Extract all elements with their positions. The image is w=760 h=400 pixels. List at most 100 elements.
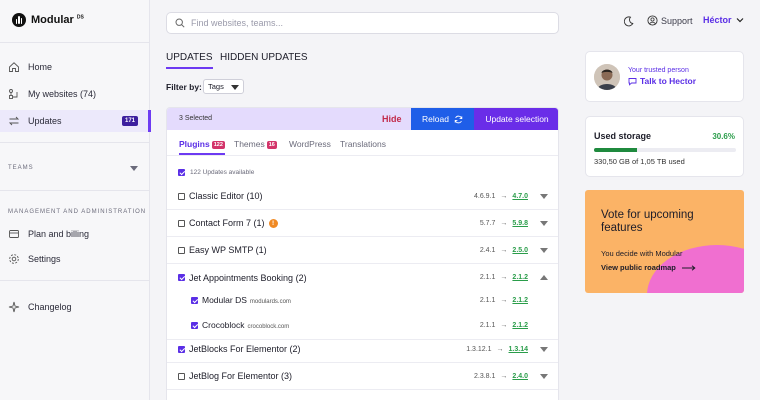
row-checkbox[interactable] — [178, 345, 185, 353]
row-checkbox[interactable] — [191, 321, 198, 329]
site-name: Modular DS modulards.com — [202, 295, 291, 305]
version-info: 5.7.7 → 5.9.8 — [479, 219, 528, 227]
support-button[interactable]: Support — [647, 15, 693, 26]
nav-updates-label: Updates — [28, 116, 62, 126]
nav-settings-label: Settings — [28, 254, 61, 264]
search-input[interactable] — [191, 18, 531, 28]
site-row: Modular DS modulards.com 2.1.1 → 2.1.2 — [167, 289, 558, 311]
brand-name: Modular DS — [31, 14, 84, 26]
expand-chevron-icon[interactable] — [540, 373, 548, 379]
row-checkbox[interactable] — [178, 274, 185, 281]
updates-icon — [8, 116, 20, 126]
nav-changelog-label: Changelog — [28, 302, 72, 312]
nav-updates[interactable]: Updates 171 — [0, 110, 151, 132]
nav-plan-billing-label: Plan and billing — [28, 229, 90, 239]
expand-chevron-icon[interactable] — [540, 193, 548, 199]
filter-value: Tags — [208, 82, 224, 91]
arrow-right-icon: → — [500, 274, 508, 281]
filter-select[interactable]: Tags — [203, 79, 244, 94]
plugin-name: Classic Editor (10) — [189, 191, 263, 201]
nav-home[interactable]: Home — [0, 56, 150, 78]
updates-count-badge: 171 — [121, 116, 138, 126]
storage-detail: 330,50 GB of 1,05 TB used — [594, 157, 685, 166]
reload-button[interactable]: Reload — [411, 108, 474, 130]
billing-icon — [9, 230, 19, 238]
gear-icon — [9, 254, 19, 264]
divider — [0, 190, 150, 191]
selected-count: 3 Selected — [179, 115, 213, 122]
expand-chevron-icon[interactable] — [540, 220, 548, 226]
plugin-row: Classic Editor (10) 4.6.9.1 → 4.7.0 — [167, 183, 558, 210]
arrow-right-icon: → — [500, 219, 508, 227]
site-domain: modulards.com — [249, 299, 291, 305]
warning-icon: ! — [268, 219, 278, 228]
row-checkbox[interactable] — [191, 296, 198, 304]
nav-my-websites[interactable]: My websites (74) — [0, 83, 150, 105]
divider — [167, 155, 558, 156]
support-icon — [647, 15, 658, 26]
storage-bar — [594, 148, 736, 152]
dropdown-arrow-icon — [231, 85, 239, 90]
logo[interactable]: Modular DS — [12, 13, 84, 27]
nav-settings[interactable]: Settings — [0, 248, 150, 270]
plugins-count-badge: 122 — [211, 141, 225, 149]
subtab-plugins[interactable]: Plugins 122 — [179, 139, 225, 155]
tab-hidden-updates[interactable]: HIDDEN UPDATES — [220, 52, 308, 67]
avatar — [594, 64, 620, 90]
select-all-checkbox[interactable] — [178, 169, 185, 176]
management-label: MANAGEMENT AND ADMINISTRATION — [8, 209, 147, 215]
refresh-icon — [454, 115, 463, 123]
new-version[interactable]: 5.9.8 — [512, 220, 528, 227]
vote-subtitle: You decide with Modular — [601, 249, 683, 258]
new-version[interactable]: 4.7.0 — [512, 193, 528, 200]
themes-count-badge: 16 — [266, 141, 277, 149]
nav-plan-billing[interactable]: Plan and billing — [0, 223, 150, 245]
moon-icon[interactable] — [623, 16, 634, 27]
subtab-themes[interactable]: Themes 16 — [234, 139, 277, 153]
support-label: Support — [661, 15, 693, 26]
new-version[interactable]: 2.4.0 — [512, 373, 528, 380]
chat-icon — [628, 77, 637, 86]
storage-bar-fill — [594, 148, 638, 152]
filter-label: Filter by: — [166, 82, 202, 92]
version-info: 2.1.1 → 2.1.2 — [479, 321, 528, 329]
plugin-name: JetBlocks For Elementor (2) — [189, 344, 301, 354]
teams-expand-icon[interactable] — [130, 166, 138, 171]
subtab-translations[interactable]: Translations — [340, 139, 386, 153]
update-selection-button[interactable]: Update selection — [474, 108, 558, 130]
storage-title: Used storage — [594, 131, 652, 141]
row-checkbox[interactable] — [178, 192, 185, 200]
expand-chevron-icon[interactable] — [540, 247, 548, 253]
new-version[interactable]: 2.1.2 — [512, 322, 528, 329]
new-version[interactable]: 2.1.2 — [512, 274, 528, 281]
expand-chevron-icon[interactable] — [540, 346, 548, 352]
collapse-chevron-icon[interactable] — [540, 275, 548, 280]
trusted-label: Your trusted person — [628, 67, 689, 74]
user-menu[interactable]: Héctor — [703, 15, 744, 25]
vote-title: Vote for upcoming features — [601, 209, 694, 234]
new-version[interactable]: 1.3.14 — [509, 346, 528, 353]
new-version[interactable]: 2.5.0 — [512, 247, 528, 254]
home-icon — [9, 62, 19, 72]
divider — [0, 42, 150, 43]
row-checkbox[interactable] — [178, 372, 185, 380]
row-checkbox[interactable] — [178, 246, 185, 254]
subtab-wordpress[interactable]: WordPress — [289, 139, 331, 153]
hide-button[interactable]: Hide — [382, 114, 402, 124]
plugin-name: Jet Appointments Booking (2) — [189, 272, 307, 283]
talk-to-hector-link[interactable]: Talk to Hector — [628, 76, 696, 86]
divider — [0, 280, 150, 281]
nav-changelog[interactable]: Changelog — [0, 296, 150, 318]
tab-updates[interactable]: UPDATES — [166, 52, 213, 69]
site-name: Crocoblock crocoblock.com — [202, 320, 290, 330]
row-checkbox[interactable] — [178, 219, 185, 227]
version-info: 2.3.8.1 → 2.4.0 — [474, 372, 528, 380]
arrow-right-icon: → — [500, 321, 508, 329]
search-box[interactable] — [166, 12, 559, 34]
nav-home-label: Home — [28, 62, 53, 72]
version-info: 2.1.1 → 2.1.2 — [479, 296, 528, 304]
roadmap-link[interactable]: View public roadmap — [601, 263, 696, 272]
new-version[interactable]: 2.1.2 — [512, 297, 528, 304]
vote-features-banner: Vote for upcoming features You decide wi… — [585, 190, 744, 293]
version-info: 2.4.1 → 2.5.0 — [479, 246, 528, 254]
